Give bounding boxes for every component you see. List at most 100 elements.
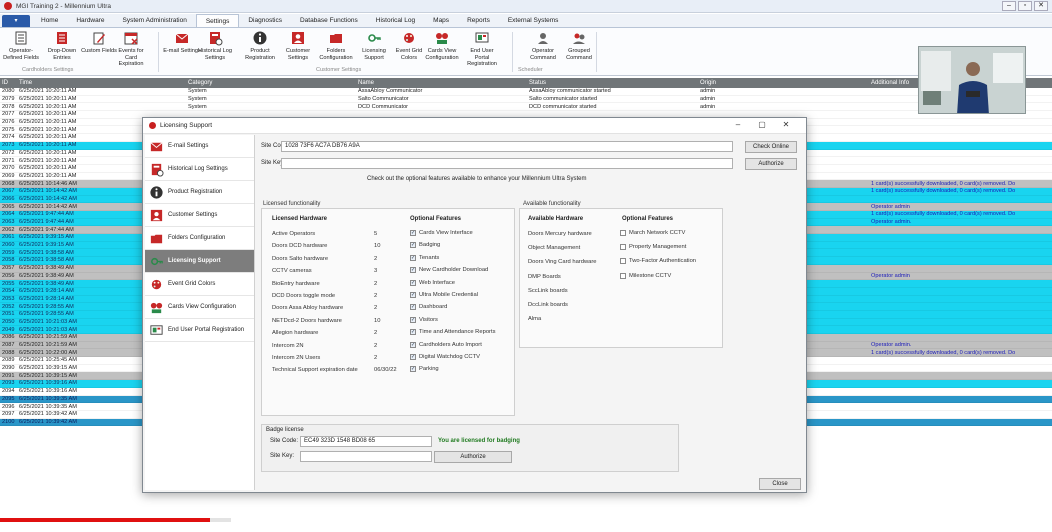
ribbon-historical-log-settings-button[interactable]: Historical Log Settings bbox=[196, 30, 234, 61]
ribbon-cards-view-configuration-button[interactable]: Cards View Configuration bbox=[423, 30, 461, 61]
ribbon-button-label: Events for Card Expiration bbox=[118, 48, 144, 67]
site-key-field[interactable] bbox=[281, 158, 733, 169]
licensed-feature-checkbox[interactable]: ✓ Cards View Interface bbox=[410, 230, 473, 236]
nav-item-label: E-mail Settings bbox=[168, 143, 209, 149]
menu-tab-database-functions[interactable]: Database Functions bbox=[291, 14, 367, 27]
ribbon-grouped-command-button[interactable]: Grouped Command bbox=[560, 30, 598, 61]
licensed-hardware-name: Doors Salto hardware bbox=[272, 255, 329, 262]
site-code-field[interactable]: 1028 73F6 AC7A DB76 A9A bbox=[281, 141, 733, 152]
col-header-category[interactable]: Category bbox=[188, 80, 358, 86]
ribbon-product-registration-button[interactable]: Product Registration bbox=[241, 30, 279, 61]
licensed-feature-checkbox[interactable]: ✓ Web Interface bbox=[410, 279, 455, 286]
menu-tab-diagnostics[interactable]: Diagnostics bbox=[239, 14, 291, 27]
ribbon-licensing-support-button[interactable]: Licensing Support bbox=[355, 30, 393, 61]
log-icon bbox=[149, 162, 164, 177]
licensed-feature-checkbox[interactable]: ✓ Digital Watchdog CCTV bbox=[410, 354, 480, 360]
ribbon-folders-configuration-button[interactable]: Folders Configuration bbox=[317, 30, 355, 61]
ribbon-button-label: Operator Command bbox=[530, 48, 556, 61]
col-header-status[interactable]: Status bbox=[529, 80, 700, 86]
nav-item-label: Customer Settings bbox=[168, 212, 218, 218]
nav-item-event-grid-colors[interactable]: Event Grid Colors bbox=[145, 273, 254, 296]
cell-id: 2051 bbox=[2, 311, 15, 318]
badge-authorize-button[interactable]: Authorize bbox=[434, 451, 512, 463]
licensed-feature-checkbox[interactable]: ✓ Time and Attendance Reports bbox=[410, 329, 495, 336]
ribbon-customer-settings-button[interactable]: Customer Settings bbox=[279, 30, 317, 61]
nav-item-label: Folders Configuration bbox=[168, 235, 226, 241]
table-row[interactable]: 2078 6/25/2021 10:20:11 AM System DCD Commu… bbox=[0, 103, 1052, 112]
dialog-maximize-button[interactable]: ▢ bbox=[750, 120, 774, 129]
ribbon-end-user-portal-registration-button[interactable]: End User Portal Registration bbox=[463, 30, 501, 68]
minimize-button[interactable]: – bbox=[1002, 1, 1016, 11]
checkbox-unchecked-icon bbox=[620, 244, 626, 251]
cell-status: Salto communicator started bbox=[529, 96, 598, 103]
nav-item-folders-configuration[interactable]: Folders Configuration bbox=[145, 227, 254, 250]
table-row[interactable]: 2079 6/25/2021 10:20:11 AM System Salto Com… bbox=[0, 95, 1052, 104]
licensed-feature-checkbox[interactable]: ✓ Tenants bbox=[410, 254, 440, 261]
video-progress-bar[interactable] bbox=[0, 518, 211, 522]
nav-item-historical-log-settings[interactable]: Historical Log Settings bbox=[145, 158, 254, 181]
menu-tab-system-administration[interactable]: System Administration bbox=[114, 14, 196, 27]
menu-tab-external-systems[interactable]: External Systems bbox=[499, 14, 568, 27]
nav-item-end-user-portal-registration[interactable]: End User Portal Registration bbox=[145, 319, 254, 342]
licensed-feature-checkbox[interactable]: ✓ Badging bbox=[410, 242, 440, 249]
feature-label: Tenants bbox=[419, 254, 440, 261]
col-header-id[interactable]: ID bbox=[0, 80, 18, 86]
video-progress-track[interactable] bbox=[0, 518, 1052, 522]
ribbon-drop-down-entries-button[interactable]: Drop-Down Entries bbox=[43, 30, 81, 61]
menu-tab-maps[interactable]: Maps bbox=[424, 14, 458, 27]
licensed-hardware-count: 06/30/22 bbox=[374, 367, 397, 374]
file-menu-button[interactable]: ▾ bbox=[2, 15, 30, 27]
available-feature-checkbox[interactable]: Property Management bbox=[620, 244, 686, 251]
licensed-feature-checkbox[interactable]: ✓ Ultra Mobile Credential bbox=[410, 292, 478, 298]
menu-tab-home[interactable]: Home bbox=[32, 14, 67, 27]
cell-id: 2087 bbox=[2, 342, 15, 349]
licensed-functionality-panel: Licensed Hardware Optional Features Acti… bbox=[261, 208, 515, 416]
licensed-feature-checkbox[interactable]: ✓ Cardholders Auto Import bbox=[410, 341, 482, 348]
dialog-minimize-button[interactable]: – bbox=[726, 120, 750, 129]
cell-origin: admin bbox=[700, 96, 716, 103]
licensed-feature-checkbox[interactable]: ✓ New Cardholder Download bbox=[410, 267, 488, 274]
available-feature-checkbox[interactable]: March Network CCTV bbox=[620, 230, 685, 236]
licensed-hardware-count: 2 bbox=[374, 330, 378, 337]
maximize-button[interactable]: ▫ bbox=[1018, 1, 1032, 11]
check-online-button[interactable]: Check Online bbox=[745, 141, 797, 153]
cell-id: 2065 bbox=[2, 203, 15, 210]
licensed-hardware-count: 10 bbox=[374, 243, 381, 250]
nav-item-product-registration[interactable]: Product Registration bbox=[145, 181, 254, 204]
menu-tab-historical-log[interactable]: Historical Log bbox=[367, 14, 424, 27]
col-header-time[interactable]: Time bbox=[18, 80, 188, 86]
nav-item-label: Historical Log Settings bbox=[168, 166, 228, 172]
available-feature-checkbox[interactable]: Two-Factor Authentication bbox=[620, 258, 696, 265]
col-header-name[interactable]: Name bbox=[358, 80, 529, 86]
badge-site-key-field[interactable] bbox=[300, 451, 432, 462]
badge-site-code-field[interactable]: EC49 323D 1548 BD08 65 bbox=[300, 436, 432, 447]
dialog-close-button[interactable]: Close bbox=[759, 478, 801, 490]
nav-item-e-mail-settings[interactable]: E-mail Settings bbox=[145, 135, 254, 158]
table-row[interactable]: 2080 6/25/2021 10:20:11 AM System AssaAbloy… bbox=[0, 88, 1052, 96]
authorize-button[interactable]: Authorize bbox=[745, 158, 797, 170]
cell-id: 2053 bbox=[2, 295, 15, 302]
menu-tab-hardware[interactable]: Hardware bbox=[67, 14, 113, 27]
available-feature-checkbox[interactable]: Milestone CCTV bbox=[620, 272, 671, 279]
menu-tab-reports[interactable]: Reports bbox=[458, 14, 499, 27]
licensed-feature-checkbox[interactable]: ✓ Visitors bbox=[410, 316, 438, 323]
ribbon-events-for-card-expiration-button[interactable]: Events for Card Expiration bbox=[112, 30, 150, 68]
close-button[interactable]: ✕ bbox=[1034, 1, 1048, 11]
menu-tab-settings[interactable]: Settings bbox=[195, 14, 240, 27]
licensed-feature-checkbox[interactable]: ✓ Parking bbox=[410, 366, 439, 373]
col-header-origin[interactable]: Origin bbox=[700, 80, 871, 86]
ribbon-operator-defined-fields-button[interactable]: Operator-Defined Fields bbox=[2, 30, 40, 61]
nav-item-licensing-support[interactable]: Licensing Support bbox=[145, 250, 254, 273]
cell-id: 2090 bbox=[2, 365, 15, 372]
cell-additional-info: 1 card(s) successfully downloaded, 0 car… bbox=[871, 180, 1016, 187]
nav-item-customer-settings[interactable]: Customer Settings bbox=[145, 204, 254, 227]
available-optional-features-header: Optional Features bbox=[622, 216, 674, 222]
ribbon-operator-command-button[interactable]: Operator Command bbox=[524, 30, 562, 61]
ribbon-button-label: End User Portal Registration bbox=[467, 48, 497, 67]
dialog-close-icon-button[interactable]: ✕ bbox=[774, 120, 798, 129]
nav-item-cards-view-configuration[interactable]: Cards View Configuration bbox=[145, 296, 254, 319]
licensed-feature-checkbox[interactable]: ✓ Dashboard bbox=[410, 304, 447, 311]
cell-id: 2080 bbox=[2, 88, 15, 95]
licensed-hardware-name: NETDcd-2 Doors hardware bbox=[272, 317, 342, 324]
folder-icon bbox=[149, 231, 164, 246]
